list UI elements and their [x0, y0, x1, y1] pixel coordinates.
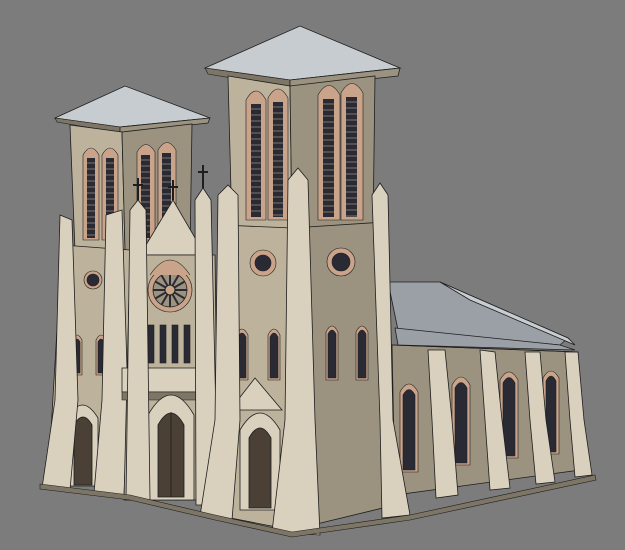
central-pinnacle-left [125, 199, 151, 501]
right-tower-door [248, 427, 272, 509]
left-tower-door [73, 416, 93, 486]
central-facade [121, 165, 223, 506]
render-viewport [0, 0, 625, 550]
cathedral-render [0, 0, 625, 550]
